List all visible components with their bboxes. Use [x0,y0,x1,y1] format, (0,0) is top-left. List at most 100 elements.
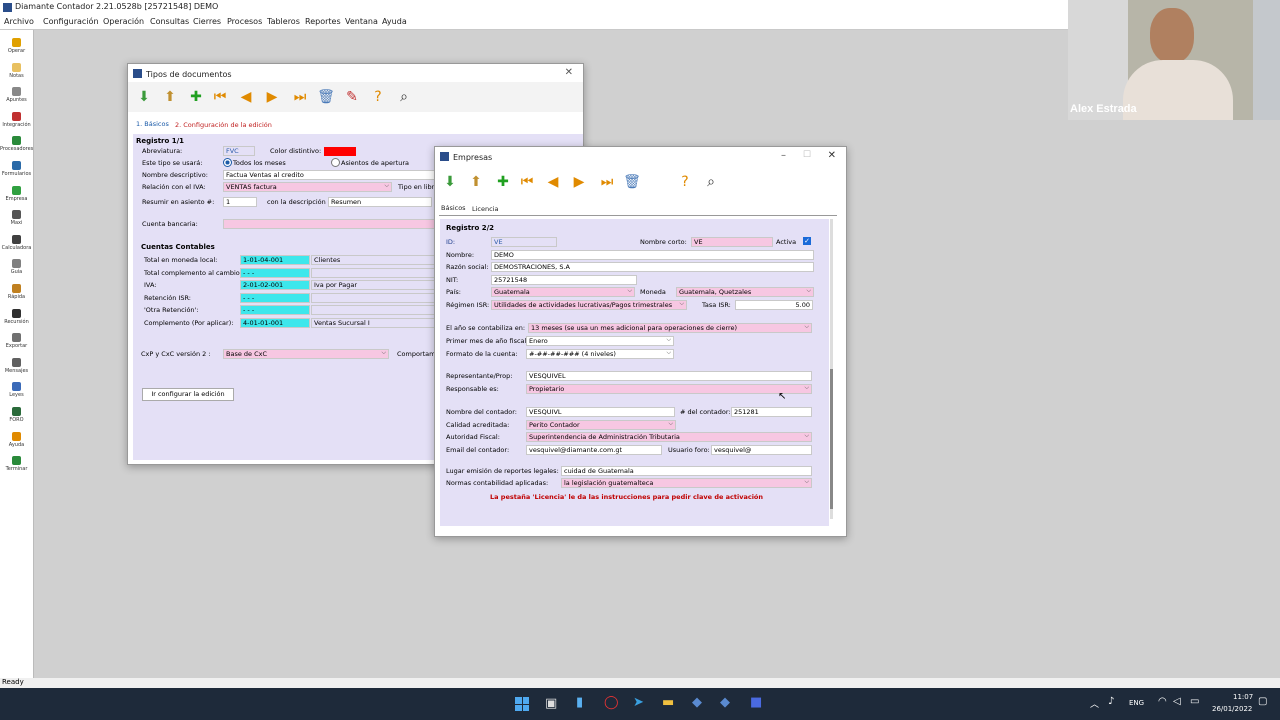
wifi-icon[interactable]: ◠ [1158,696,1167,707]
responsable-select[interactable]: Propietario [526,384,812,394]
opera-icon[interactable]: ◯ [604,695,619,710]
pais-select[interactable]: Guatemala [491,287,635,297]
last-icon[interactable]: ⏭ [597,172,617,192]
cxp-select[interactable]: Base de CxC [223,349,389,359]
menu-ayuda[interactable]: Ayuda [382,17,407,26]
id-field[interactable]: VE [491,237,557,247]
cuenta-bancaria-field[interactable] [223,219,437,229]
help-icon[interactable]: ? [675,172,695,192]
menu-reportes[interactable]: Reportes [305,17,341,26]
menu-operacion[interactable]: Operación [103,17,144,26]
sidebar-item[interactable]: Rápida [0,284,33,300]
last-icon[interactable]: ⏭ [290,87,310,107]
nombre-corto-field[interactable]: VE [691,237,773,247]
sidebar-item[interactable]: Empresa [0,185,33,202]
anio-select[interactable]: 13 meses (se usa un mes adicional para o… [528,323,812,333]
iva-rel-select[interactable]: VENTAS factura [223,182,392,192]
maximize-icon[interactable]: ☐ [803,150,811,160]
cuenta-code-field[interactable]: - - - [240,292,310,303]
sidebar-item[interactable]: Notas [0,62,33,79]
zoom-icon[interactable]: ■ [750,695,762,710]
color-swatch[interactable] [324,147,356,156]
cuenta-code-field[interactable]: 4-01-01-001 [240,318,310,328]
nit-field[interactable]: 25721548 [491,275,637,285]
tab-basicos[interactable]: Básicos [441,204,466,212]
lugar-field[interactable]: cuidad de Guatemala [561,466,812,476]
cuenta-code-field[interactable]: - - - [240,305,310,316]
telegram-icon[interactable]: ➤ [633,695,644,710]
nombre-field[interactable]: DEMO [491,250,814,260]
chevron-up-icon[interactable]: ︿ [1090,697,1099,710]
moneda-select[interactable]: Guatemala, Quetzales [676,287,814,297]
email-field[interactable]: vesquivel@diamante.com.gt [526,445,662,455]
sidebar-item[interactable]: Exportar [0,333,33,349]
tab-licencia[interactable]: Licencia [472,205,498,213]
sidebar-item[interactable]: Integración [0,111,33,128]
menu-cierres[interactable]: Cierres [193,17,221,26]
close-icon[interactable]: ✕ [565,67,573,78]
scrollbar-thumb[interactable] [830,369,833,509]
tasa-field[interactable]: 5.00 [735,300,813,310]
primer-mes-select[interactable]: Enero [526,336,674,346]
sidebar-item[interactable]: Formularios [0,161,33,177]
ir-configurar-button[interactable]: Ir configurar la edición [142,388,234,401]
sidebar-item[interactable]: Operar [0,38,33,54]
tab-configuracion[interactable]: 2. Configuración de la edición [175,121,272,129]
sidebar-item[interactable]: Procesadores [0,136,33,152]
next-icon[interactable]: ▶ [262,87,282,107]
delete-icon[interactable]: 🗑 [622,172,642,192]
con-desc-field[interactable]: Resumen [328,197,432,207]
nombre-field[interactable]: Factua Ventas al credito [223,170,437,180]
delete-icon[interactable]: 🗑 [316,87,336,107]
cuenta-code-field[interactable]: 2-01-02-001 [240,280,310,291]
language-indicator[interactable]: ENG [1129,699,1144,707]
formato-select[interactable]: #-##-##-### (4 niveles) [526,349,674,359]
menu-tableros[interactable]: Tableros [267,17,300,26]
menu-ventana[interactable]: Ventana [345,17,378,26]
sidebar-item[interactable]: Mensajes [0,357,33,374]
edit-icon[interactable]: ✎ [342,87,362,107]
prev-icon[interactable]: ◀ [543,172,563,192]
save-icon[interactable]: ⬇ [134,87,154,107]
sidebar-item[interactable]: Guía [0,259,33,275]
import-icon[interactable]: ⬆ [160,87,180,107]
import-icon[interactable]: ⬆ [466,172,486,192]
binoculars-icon[interactable]: ⌕ [701,172,721,192]
autoridad-select[interactable]: Superintendencia de Administración Tribu… [526,432,812,442]
sidebar-item[interactable]: Leyes [0,382,33,398]
speaker-icon[interactable]: ◁ [1173,696,1181,707]
usuario-field[interactable]: vesquivel@ [711,445,812,455]
next-icon[interactable]: ▶ [569,172,589,192]
close-icon[interactable]: ✕ [828,150,836,161]
save-icon[interactable]: ⬇ [440,172,460,192]
diamante2-icon[interactable]: ◆ [720,695,730,710]
normas-select[interactable]: la legislación guatemalteca [561,478,812,488]
cuenta-code-field[interactable]: - - - [240,267,310,278]
abreviatura-field[interactable]: FVC [223,146,255,156]
task-view-icon[interactable]: ▣ [545,696,557,711]
help-icon[interactable]: ? [368,87,388,107]
diamante-icon[interactable]: ◆ [692,695,702,710]
windows-start-icon[interactable] [515,697,529,711]
regimen-select[interactable]: Utilidades de actividades lucrativas/Pag… [491,300,687,310]
sidebar-item[interactable]: Maxi [0,210,33,226]
binoculars-icon[interactable]: ⌕ [394,87,414,107]
num-contador-field[interactable]: 251281 [731,407,812,417]
sidebar-item[interactable]: Terminar [0,456,33,472]
tab-basicos[interactable]: 1. Básicos [136,120,169,128]
razon-field[interactable]: DEMOSTRACIONES, S.A [491,262,814,272]
menu-configuracion[interactable]: Configuración [43,17,99,26]
battery-icon[interactable]: ▭ [1190,696,1199,707]
add-icon[interactable]: ✚ [493,172,513,192]
microphone-icon[interactable]: ♪ [1108,696,1114,707]
resumir-spinner[interactable]: 1 [223,197,257,207]
notification-icon[interactable]: ▢ [1258,696,1267,707]
sidebar-item[interactable]: FORO [0,407,33,423]
contador-field[interactable]: VESQUIVL [526,407,675,417]
radio-todos[interactable] [223,158,232,167]
scrollbar[interactable] [830,219,833,519]
prev-icon[interactable]: ◀ [236,87,256,107]
sidebar-item[interactable]: Calculadora [0,234,33,251]
cuenta-code-field[interactable]: 1-01-04-001 [240,255,310,265]
calidad-select[interactable]: Perito Contador [526,420,676,430]
